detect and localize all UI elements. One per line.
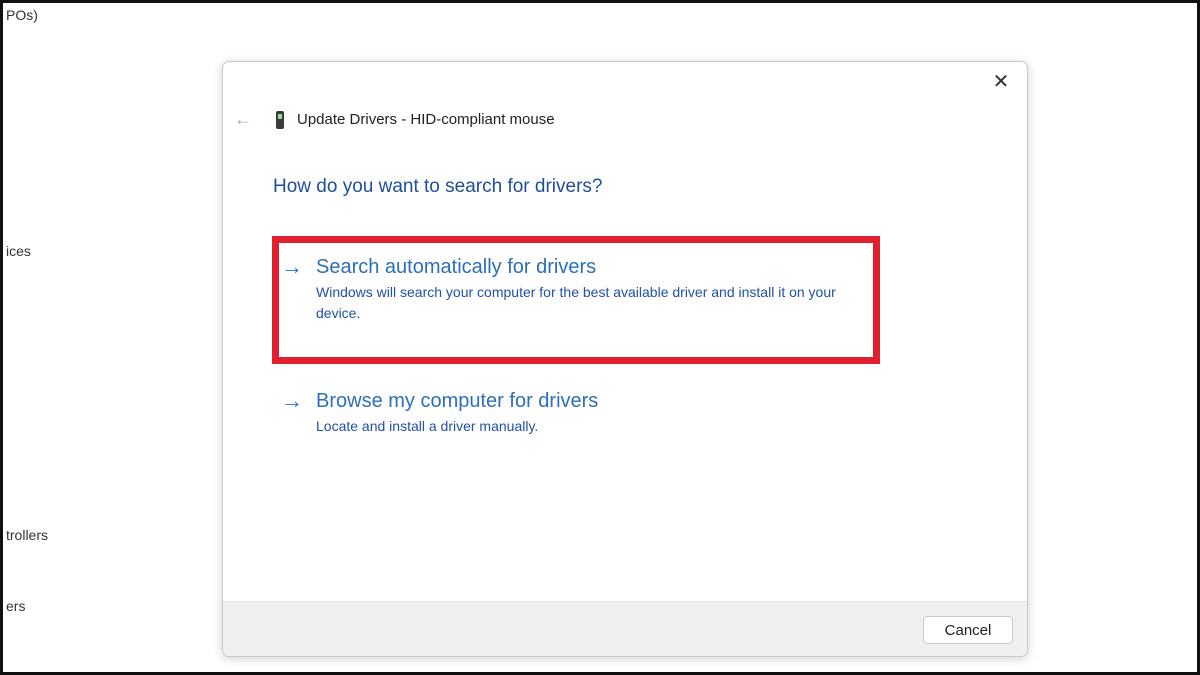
update-drivers-dialog: ✕ ← Update Drivers - HID-compliant mouse… [222, 61, 1028, 657]
option-description: Locate and install a driver manually. [316, 418, 539, 434]
arrow-right-icon: → [281, 254, 303, 279]
background-tree-item: ers [6, 598, 26, 614]
background-tree-item: trollers [6, 527, 49, 543]
mouse-device-icon [276, 111, 284, 129]
option-description: Windows will search your computer for th… [316, 284, 836, 321]
background-tree-item: ices [6, 243, 31, 259]
arrow-right-icon: → [281, 388, 303, 413]
search-automatically-option[interactable]: → Search automatically for drivers Windo… [281, 255, 881, 325]
screenshot-frame: POs) ices trollers ers 4 ✕ ← Update Driv… [0, 0, 1200, 675]
back-button[interactable]: ← [232, 108, 254, 130]
browse-computer-option[interactable]: → Browse my computer for drivers Locate … [281, 389, 881, 439]
dialog-title: Update Drivers - HID-compliant mouse [297, 111, 555, 128]
back-arrow-icon: ← [234, 109, 252, 129]
option-title: Search automatically for drivers [316, 256, 597, 278]
dialog-heading: How do you want to search for drivers? [273, 176, 603, 197]
option-title: Browse my computer for drivers [316, 390, 599, 412]
cancel-button[interactable]: Cancel [923, 616, 1013, 644]
dialog-footer: Cancel [223, 601, 1027, 656]
close-icon: ✕ [992, 71, 1010, 93]
background-tree-item: POs) [6, 7, 38, 23]
close-button[interactable]: ✕ [989, 70, 1013, 94]
